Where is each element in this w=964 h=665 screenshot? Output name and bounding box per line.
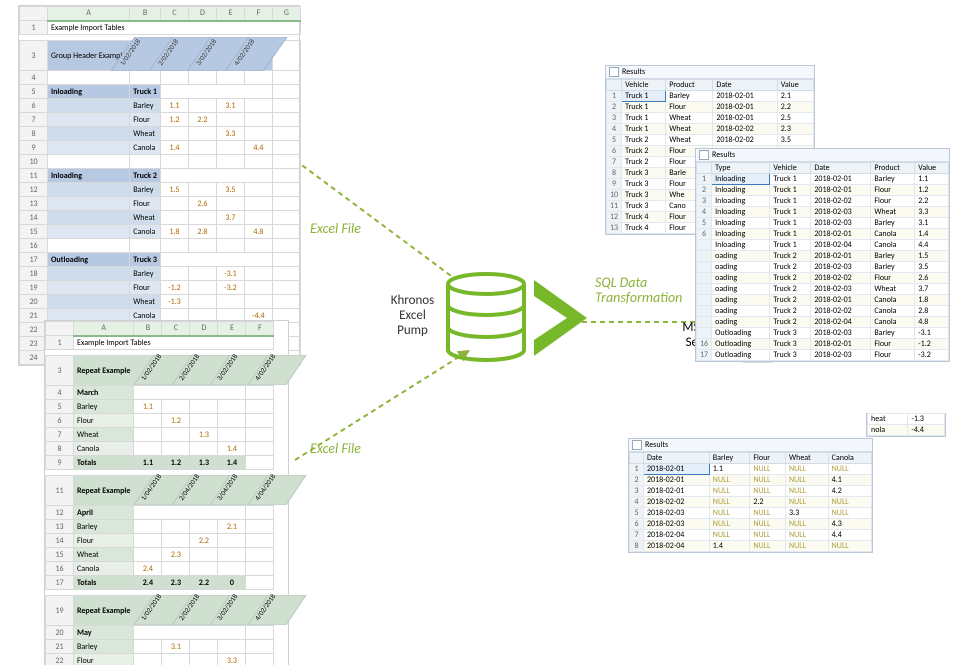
col-header: C: [162, 322, 190, 336]
database-cylinder: Khronos Excel Pump: [445, 272, 527, 362]
label-excel-file-2: Excel File: [310, 440, 361, 457]
diag-header-1: 1/02/20182/02/20183/02/20184/02/2018: [111, 37, 291, 71]
col-header: D: [190, 322, 218, 336]
results-col: Product: [871, 163, 915, 174]
results-window-2-extra: heat-1.3nola-4.4: [866, 413, 946, 437]
big-arrow-icon: [532, 278, 592, 361]
results-col: Flour: [750, 453, 786, 464]
results-col: Wheat: [786, 453, 829, 464]
results-col: Date: [713, 80, 777, 91]
col-header: G: [272, 7, 300, 21]
results-col: [607, 80, 622, 91]
col-header: D: [188, 7, 216, 21]
results-col: Vehicle: [622, 80, 666, 91]
col-header: F: [246, 322, 274, 336]
diagram: Excel File Excel File SQL Data Transform…: [0, 0, 964, 665]
results-col: Product: [666, 80, 713, 91]
results-window-3: ResultsDateBarleyFlourWheatCanola12018-0…: [628, 438, 873, 553]
grid-icon: [699, 150, 709, 160]
db-label: Khronos Excel Pump: [385, 294, 440, 339]
col-header: B: [130, 7, 161, 21]
results-titlebar: Results: [696, 149, 949, 162]
col-header: C: [160, 7, 188, 21]
results-col: Type: [712, 163, 770, 174]
results-col: Value: [777, 80, 813, 91]
results-col: Vehicle: [770, 163, 811, 174]
col-header: E: [216, 7, 244, 21]
grid-icon: [609, 67, 619, 77]
results-col: Canola: [828, 453, 871, 464]
label-sql-data: SQL Data Transformation: [595, 275, 682, 306]
results-titlebar: Results: [606, 66, 814, 79]
col-header: A: [74, 322, 134, 336]
col-header: F: [244, 7, 272, 21]
results-col: Value: [915, 163, 949, 174]
sheet-title: Example Import Tables: [48, 21, 301, 35]
results-window-2: ResultsTypeVehicleDateProductValue1Inloa…: [695, 148, 950, 362]
grid-icon: [632, 440, 642, 450]
results-col: Date: [644, 453, 710, 464]
results-col: Barley: [709, 453, 750, 464]
col-header: A: [48, 7, 130, 21]
results-titlebar: Results: [629, 439, 872, 452]
excel-sheet-2: ABCDEF1Example Import Tables3Repeat Exam…: [44, 320, 289, 665]
results-col: [697, 163, 712, 174]
col-header: B: [134, 322, 162, 336]
results-col: [630, 453, 644, 464]
col-header: [46, 322, 74, 336]
col-header: E: [218, 322, 246, 336]
label-excel-file-1: Excel File: [310, 220, 361, 237]
col-header: [20, 7, 48, 21]
results-col: Date: [811, 163, 871, 174]
